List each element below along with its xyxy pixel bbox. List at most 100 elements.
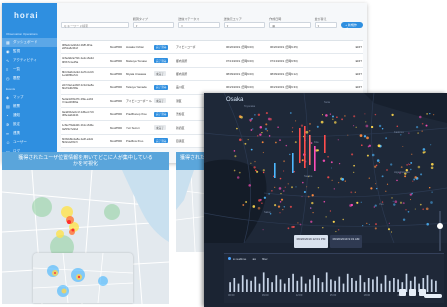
activity-dot	[414, 176, 417, 179]
status-select[interactable]: ▾	[178, 22, 220, 28]
histogram-bar	[283, 283, 286, 292]
activity-dot	[329, 210, 332, 212]
row-edit-link[interactable]: EDIT	[313, 85, 363, 89]
row-edit-link[interactable]: EDIT	[313, 72, 363, 76]
activity-dot	[289, 153, 291, 156]
sidebar-item-list[interactable]: ≡ 一覧	[2, 65, 57, 74]
row-created: 06/23/2019 (日時9:00)	[226, 85, 254, 90]
row-updated: 08/09/2019 (日時9:12)	[270, 71, 298, 76]
activity-dot	[359, 134, 363, 137]
activity-dot	[311, 201, 314, 205]
activity-dot	[376, 159, 380, 162]
dark-map[interactable]	[204, 93, 447, 243]
activity-dot	[309, 122, 311, 125]
row-created: 07/13/2019 (日時9:00)	[226, 58, 254, 63]
row-status: 未完了	[153, 98, 175, 104]
activity-dot	[289, 112, 292, 114]
activity-dot	[287, 227, 290, 230]
activity-dot	[256, 170, 259, 173]
table-row[interactable]: 8b1f4a6c2e9d 4a7b-b2c6 1e3d8f0a72c Mod/PR…	[61, 67, 363, 82]
speed-control[interactable]	[424, 294, 442, 298]
activity-dot	[402, 145, 404, 148]
activity-dot	[415, 125, 419, 129]
zoom-slider-knob[interactable]	[437, 223, 443, 229]
activity-dot	[278, 187, 282, 190]
sidebar-item-monitor[interactable]: ◉ 監視	[2, 47, 57, 56]
status-badge: 完了済み	[154, 138, 169, 144]
mode-toggle[interactable]: ●●	[252, 257, 256, 261]
activity-dot	[408, 132, 410, 134]
activity-dot	[370, 187, 373, 190]
sidebar-item-users[interactable]: ☺ ユーザー	[2, 138, 57, 147]
status-badge: 未完了	[154, 98, 166, 104]
activity-dot	[327, 155, 329, 158]
zoom-slider-track[interactable]	[439, 211, 441, 251]
sidebar-item-map[interactable]: ◈ マップ	[2, 93, 57, 102]
type-select[interactable]: ▾	[132, 22, 175, 28]
table-row[interactable]: 0f8a2c1e9b4d 4b8f-9f1a 2d51a6c0bcf Mod/PR…	[61, 41, 363, 55]
activity-dot	[332, 118, 334, 120]
sidebar-item-notify[interactable]: ◔ 通知	[2, 111, 57, 120]
activity-dot	[238, 171, 241, 174]
activity-dot	[341, 178, 345, 181]
type-filter-label: 観測タイプ	[132, 17, 148, 21]
rewind-button[interactable]	[399, 289, 406, 296]
activity-dot	[422, 208, 425, 211]
activity-dot	[407, 210, 410, 213]
row-edit-link[interactable]: EDIT	[313, 59, 363, 63]
activity-dot	[283, 170, 285, 172]
activity-spike	[324, 135, 326, 153]
search-input[interactable]: Q キーワード検索	[61, 22, 129, 28]
sidebar-item-report[interactable]: ▤ 帳票	[2, 102, 57, 111]
activity-dot	[419, 115, 422, 119]
row-id: 9a4d6b2e0c1f 4d5a-b7c9 3f8e1a6d24b	[62, 110, 94, 118]
activity-dot	[261, 141, 264, 144]
realtime-toggle[interactable]: ● realtime	[228, 257, 246, 261]
row-id: 6f2b0d9c4e8a 4e6f-a3d1 5b9c2e8f17c	[62, 137, 94, 144]
activity-dot	[334, 121, 337, 124]
activity-dot	[301, 181, 304, 184]
sidebar: horai Observation Operations ▦ ダッシュボード ◉ 監…	[2, 3, 57, 163]
activity-dot	[417, 132, 419, 134]
play-button[interactable]	[409, 289, 416, 296]
sidebar-item-settings[interactable]: ✲ 設定	[2, 120, 57, 129]
activity-dot	[393, 203, 396, 206]
timeline-controls: ● realtime ●● filter	[228, 257, 268, 261]
activity-dot	[300, 124, 304, 127]
activity-dot	[263, 196, 267, 199]
activity-dot	[381, 128, 384, 130]
sidebar-item-dashboard[interactable]: ▦ ダッシュボード	[2, 38, 57, 47]
region-select[interactable]: ▾	[223, 22, 266, 28]
timeline-histogram[interactable]	[228, 264, 438, 292]
activity-dot	[236, 176, 240, 179]
activity-dot	[266, 130, 268, 132]
filter-toggle[interactable]: filter	[262, 257, 268, 261]
activity-dot	[307, 195, 310, 198]
sidebar-item-history[interactable]: ◷ 履歴	[2, 74, 57, 83]
sort-select[interactable]: ▾	[314, 22, 338, 28]
activity-dot	[250, 129, 253, 131]
activity-dot	[254, 114, 256, 116]
activity-dot	[410, 153, 413, 156]
activity-dot	[284, 186, 286, 188]
histogram-bar	[233, 278, 236, 292]
sidebar-item-activity[interactable]: ∿ アクティビティ	[2, 56, 57, 65]
histogram-bar	[372, 279, 374, 292]
time-tooltip: 06/20/2019 12:01 PM	[294, 235, 328, 248]
pulse-icon: ∿	[6, 57, 10, 63]
activity-dot	[252, 205, 256, 208]
activity-dot	[247, 138, 249, 141]
activity-dot	[347, 134, 349, 136]
activity-dot	[402, 218, 406, 221]
activity-dot	[422, 148, 426, 151]
activity-dot	[295, 186, 297, 188]
row-type: Mod/PRD	[110, 71, 123, 76]
row-id: 1c8e7f3a9d2b 4b1c-8d6e 0a5f3c7e91d	[62, 124, 94, 131]
sidebar-item-link[interactable]: ∞ 連携	[2, 129, 57, 138]
date-input[interactable]: ▦	[269, 22, 311, 28]
row-edit-link[interactable]: EDIT	[313, 45, 363, 49]
gear-icon: ✲	[6, 121, 10, 127]
activity-dot	[252, 128, 254, 130]
table-row[interactable]: 3c6e9d2a7f1b 4e2c-8a3d 9f0b7c1e45a Mod/PR…	[61, 54, 363, 68]
create-button[interactable]: + 新規作成	[341, 22, 363, 31]
